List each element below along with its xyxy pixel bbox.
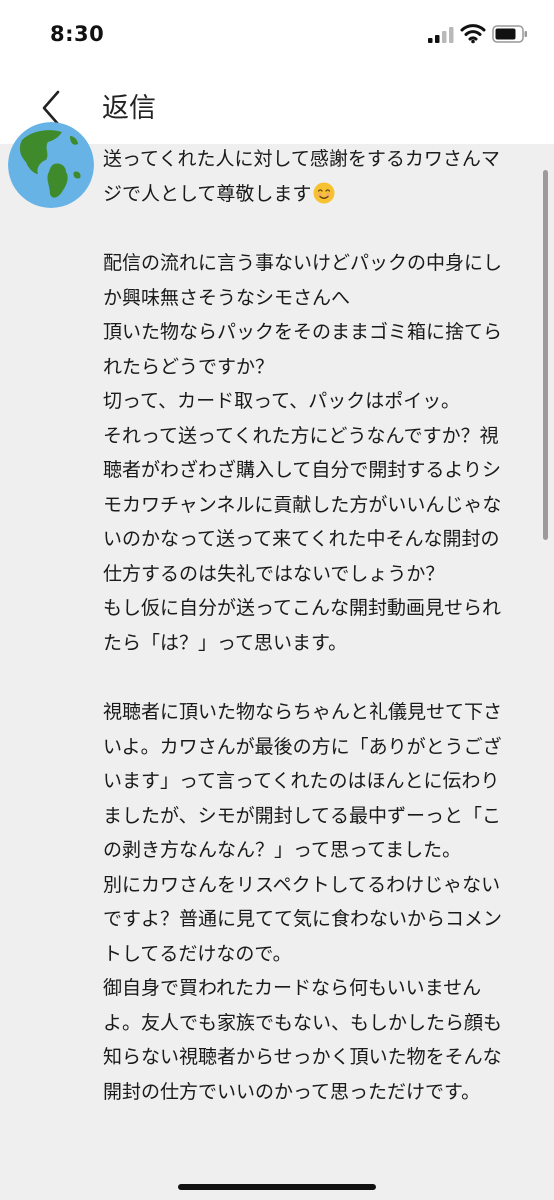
comment-line: 配信の流れに言う事ないけどパックの中身にし [103,252,503,274]
comment-line: トしてるだけなので。 [103,942,292,965]
comment-line-text: ジで人として尊敬します [103,182,312,205]
smiling-face-emoji-icon [313,182,335,203]
comment-line: 仕方するのは失礼ではないでしょうか？ [103,562,445,585]
comment-paragraph-3: 視聴者に頂いた物ならちゃんと礼儀見せて下さ いよ。カワさんが最後の方に「ありがと… [103,695,523,1109]
scrollbar[interactable] [543,170,548,540]
comment-body: 送ってくれた人に対して感謝をするカワさんマ ジで人として尊敬します 配信の流れに… [103,142,523,1109]
comment-line-with-emoji: ジで人として尊敬します [103,177,523,212]
comment-line: の剥き方なんなん？」って思ってました。 [103,839,462,861]
comment-line: ましたが、シモが開封してる最中ずーっと「こ [103,804,502,827]
comment-line: それって送ってくれた方にどうなんですか？視 [103,424,499,447]
comment-line: いのかなって送って来てくれた中そんな開封の [103,528,500,550]
comment-line: 別にカワさんをリスペクトしてるわけじゃない [103,873,501,896]
comment-line: 切って、カード取って、パックはポイッ。 [103,390,461,412]
status-time: 8:30 [50,22,105,46]
comment-line: 知らない視聴者からせっかく頂いた物をそんな [103,1046,502,1068]
globe-icon [8,122,94,208]
avatar[interactable] [8,122,94,208]
cellular-signal-icon [428,27,454,43]
comment-line: もし仮に自分が送ってこんな開封動画見せられ [103,597,502,619]
comment-line: 頂いた物ならパックをそのままゴミ箱に捨てら [103,321,503,343]
comment-line: か興味無さそうなシモさんへ [103,286,351,309]
status-bar: 8:30 [0,0,554,70]
comment-line: 送ってくれた人に対して感謝をするカワさんマ [103,148,500,170]
comment-line: モカワチャンネルに貢献した方がいいんじゃな [103,493,502,516]
comment-line: ですよ？普通に見てて気に食わないからコメン [103,908,503,930]
comment-line: 開封の仕方でいいのかって思っただけです。 [103,1080,481,1103]
comment-line: 聴者がわざわざ購入して自分で開封するよりシ [103,459,502,481]
comment-paragraph-1: 送ってくれた人に対して感謝をするカワさんマ ジで人として尊敬します [103,142,523,211]
comment-line: 視聴者に頂いた物ならちゃんと礼儀見せて下さ [103,701,503,723]
battery-icon [492,25,527,43]
wifi-icon [460,24,486,44]
comment-line: いよ。カワさんが最後の方に「ありがとうござ [103,735,502,758]
comment-line: よ。友人でも家族でもない、もしかしたら顔も [103,1011,503,1034]
header: 返信 [0,70,554,144]
comment-line: たら「は？」って思います。 [103,631,348,654]
page-title: 返信 [102,93,156,124]
comment-line: います」って言ってくれたのはほんとに伝わり [103,770,500,792]
comment-paragraph-2: 配信の流れに言う事ないけどパックの中身にし か興味無さそうなシモさんへ 頂いた物… [103,246,523,660]
comment-line: れたらどうですか？ [103,355,275,378]
home-indicator[interactable] [178,1184,376,1190]
comment-line: 御自身で買われたカードなら何もいいません [103,977,482,999]
